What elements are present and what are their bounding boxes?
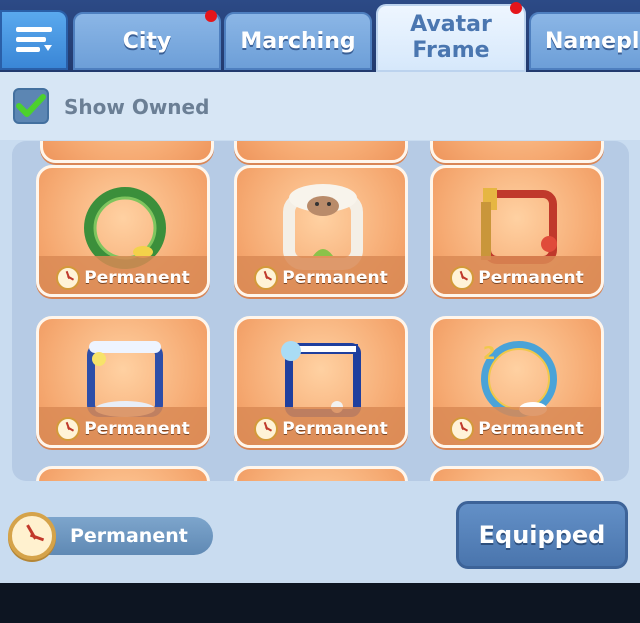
frame-card[interactable]	[234, 466, 408, 481]
clock-icon	[254, 417, 279, 441]
menu-button[interactable]	[0, 10, 68, 70]
card-duration-label: Permanent	[282, 419, 388, 439]
frame-card[interactable]	[430, 466, 604, 481]
tab-city[interactable]: City	[73, 10, 221, 70]
card-duration-label: Permanent	[478, 419, 584, 439]
frame-card[interactable]: 2 Permanent	[430, 316, 604, 448]
system-bar	[0, 583, 640, 623]
tab-bar: City Marching Avatar Frame Namepla	[0, 0, 640, 72]
card-duration: Permanent	[39, 266, 207, 290]
tab-nameplate-label: Namepla	[545, 28, 640, 54]
checkmark-icon	[16, 94, 46, 117]
card-duration-label: Permanent	[84, 268, 190, 288]
clock-icon	[56, 417, 81, 441]
card-duration: Permanent	[433, 266, 601, 290]
svg-text:2: 2	[483, 343, 496, 364]
notification-dot	[205, 10, 217, 22]
card-duration: Permanent	[237, 266, 405, 290]
tab-marching[interactable]: Marching	[224, 12, 372, 70]
clock-icon	[8, 512, 56, 560]
frame-card[interactable]: Permanent	[234, 165, 408, 297]
duration-label: Permanent	[70, 525, 188, 547]
frame-card[interactable]: Permanent	[430, 165, 604, 297]
clock-icon	[56, 266, 81, 290]
clock-icon	[450, 266, 475, 290]
frame-card[interactable]: Permanent	[36, 165, 210, 297]
tab-city-label: City	[122, 28, 172, 54]
menu-icon	[16, 27, 52, 52]
tab-marching-label: Marching	[240, 28, 356, 54]
frame-card[interactable]: Permanent	[234, 316, 408, 448]
card-duration-label: Permanent	[84, 419, 190, 439]
frame-card[interactable]	[36, 466, 210, 481]
tab-avatar-frame[interactable]: Avatar Frame	[376, 2, 526, 72]
show-owned-label: Show Owned	[64, 95, 210, 119]
show-owned-checkbox[interactable]	[13, 88, 49, 124]
equipped-button[interactable]: Equipped	[456, 501, 628, 569]
card-duration: Permanent	[433, 417, 601, 441]
frame-card[interactable]	[430, 141, 604, 163]
notification-dot	[510, 2, 522, 14]
frame-grid[interactable]: Permanent Permanent Permanent Permanent …	[12, 141, 629, 481]
frame-card[interactable]	[234, 141, 408, 163]
card-duration-label: Permanent	[282, 268, 388, 288]
frame-card[interactable]: Permanent	[36, 316, 210, 448]
card-duration-label: Permanent	[478, 268, 584, 288]
frame-card[interactable]	[40, 141, 214, 163]
clock-icon	[254, 266, 279, 290]
tab-nameplate[interactable]: Namepla	[529, 12, 640, 70]
card-duration: Permanent	[237, 417, 405, 441]
clock-icon	[450, 417, 475, 441]
tab-avatar-frame-label: Avatar Frame	[410, 12, 492, 63]
equipped-button-label: Equipped	[478, 521, 606, 549]
card-duration: Permanent	[39, 417, 207, 441]
